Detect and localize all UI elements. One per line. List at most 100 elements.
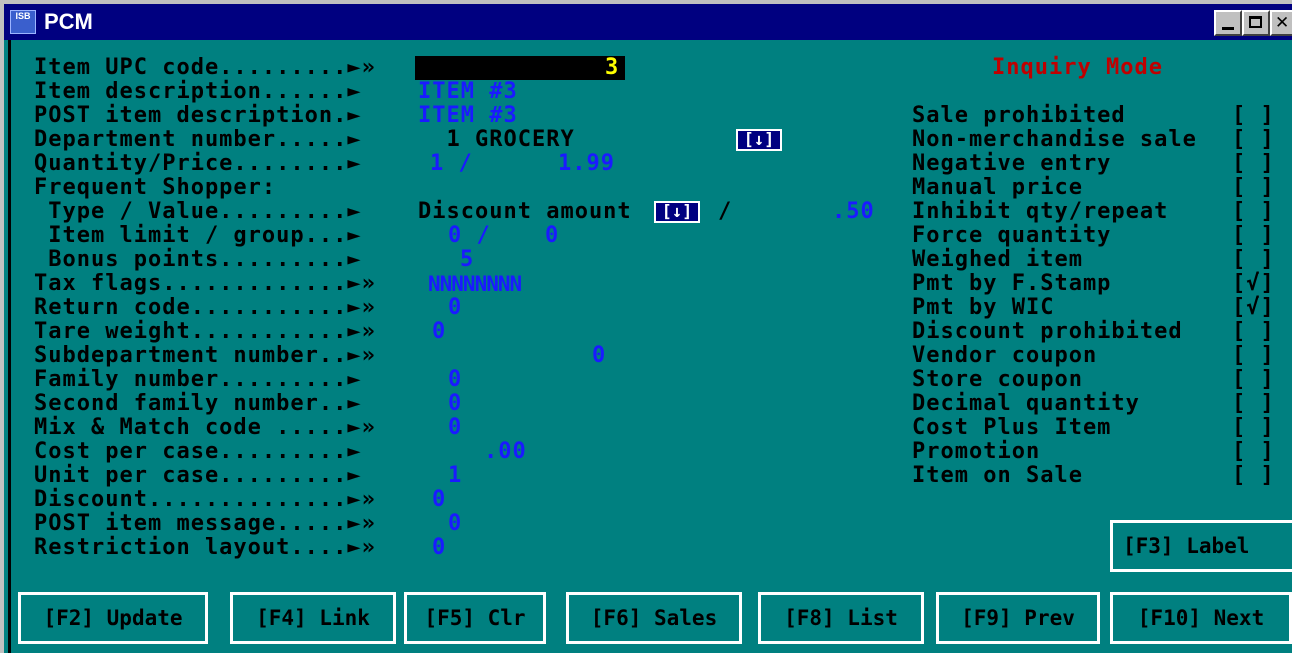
flag-label: Cost Plus Item [912,415,1112,440]
upc-value: 3 [605,55,620,80]
window-title: PCM [44,9,93,34]
qty-value[interactable]: 1 / [430,152,473,176]
f5-clr-button[interactable]: [F5] Clr [404,592,546,644]
family-value[interactable]: 0 [448,368,462,392]
qty-label: Quantity/Price........► [34,151,362,176]
f6-sales-button[interactable]: [F6] Sales [566,592,742,644]
dept-dropdown-button[interactable]: [↓] [736,129,782,151]
tare-weight-value[interactable]: 0 [432,320,446,344]
minimize-button[interactable] [1214,10,1242,36]
post-desc-value[interactable]: ITEM #3 [418,104,518,128]
tax-flags-value[interactable]: NNNNNNNN [428,272,522,296]
title-bar: ISB PCM ✕ [4,4,1292,40]
desc-label: Item description......► [34,79,362,104]
return-code-label: Return code...........►» [34,295,376,320]
flag-label: Item on Sale [912,463,1083,488]
subdept-label: Subdepartment number..►» [34,343,376,368]
fs-value[interactable]: .50 [832,200,875,224]
flag-checkbox[interactable]: [ ] [1232,392,1275,416]
flag-label: Vendor coupon [912,343,1098,368]
post-msg-label: POST item message.....►» [34,511,376,536]
maximize-icon [1249,16,1262,28]
f4-link-label: [F4] Link [256,606,370,630]
item-limit-value[interactable]: 0 / [448,224,491,248]
return-code-value[interactable]: 0 [448,296,462,320]
bonus-points-value[interactable]: 5 [460,248,474,272]
flag-checkbox[interactable]: [ ] [1232,152,1275,176]
f8-list-button[interactable]: [F8] List [758,592,924,644]
subdept-value[interactable]: 0 [592,344,606,368]
second-family-label: Second family number..► [34,391,362,416]
flag-checkbox[interactable]: [ ] [1232,368,1275,392]
item-group-value[interactable]: 0 [545,224,559,248]
upc-input[interactable] [415,56,625,80]
cost-per-case-value[interactable]: .00 [484,440,527,464]
maximize-button[interactable] [1242,10,1270,36]
mix-match-label: Mix & Match code .....►» [34,415,376,440]
dept-label: Department number.....► [34,127,362,152]
unit-per-case-label: Unit per case.........► [34,463,362,488]
price-value[interactable]: 1.99 [558,152,615,176]
flag-checkbox[interactable]: [ ] [1232,416,1275,440]
f3-label-button[interactable]: [F3] Label [1110,520,1292,572]
minimize-icon [1222,27,1234,30]
screen-border [8,40,11,653]
flag-checkbox[interactable]: [ ] [1232,344,1275,368]
flag-checkbox[interactable]: [ ] [1232,320,1275,344]
f6-sales-label: [F6] Sales [590,606,718,630]
flag-checkbox[interactable]: [ ] [1232,248,1275,272]
type-value-label: Type / Value.........► [34,199,362,224]
flag-checkbox[interactable]: [ ] [1232,440,1275,464]
flag-label: Decimal quantity [912,391,1140,416]
discount-label: Discount..............►» [34,487,376,512]
f9-prev-button[interactable]: [F9] Prev [936,592,1100,644]
desc-value[interactable]: ITEM #3 [418,80,518,104]
post-msg-value[interactable]: 0 [448,512,462,536]
close-icon: ✕ [1275,13,1290,33]
flag-checkbox[interactable]: [√] [1232,296,1275,320]
f10-next-button[interactable]: [F10] Next [1110,592,1292,644]
flag-label: Store coupon [912,367,1083,392]
tax-flags-label: Tax flags.............►» [34,271,376,296]
dept-value[interactable]: 1 GROCERY [418,128,575,152]
flag-checkbox[interactable]: [ ] [1232,128,1275,152]
f10-next-label: [F10] Next [1137,606,1265,630]
type-dropdown-button[interactable]: [↓] [654,201,700,223]
f4-link-button[interactable]: [F4] Link [230,592,396,644]
close-button[interactable]: ✕ [1270,10,1292,36]
flag-checkbox[interactable]: [ ] [1232,224,1275,248]
f2-update-button[interactable]: [F2] Update [18,592,208,644]
f3-label-text: [F3] Label [1123,534,1250,558]
f5-clr-label: [F5] Clr [424,606,526,630]
cost-per-case-label: Cost per case.........► [34,439,362,464]
f8-list-label: [F8] List [784,606,898,630]
restriction-value[interactable]: 0 [432,536,446,560]
mix-match-value[interactable]: 0 [448,416,462,440]
app-icon: ISB [10,10,36,34]
type-value[interactable]: Discount amount [418,200,632,224]
flag-label: Promotion [912,439,1041,464]
flag-label: Negative entry [912,151,1112,176]
unit-per-case-value[interactable]: 1 [448,464,462,488]
flag-label: Non-merchandise sale [912,127,1197,152]
flag-checkbox[interactable]: [ ] [1232,104,1275,128]
flag-label: Force quantity [912,223,1112,248]
flag-label: Discount prohibited [912,319,1183,344]
f2-update-label: [F2] Update [43,606,183,630]
item-limit-label: Item limit / group...► [34,223,362,248]
flag-label: Pmt by WIC [912,295,1055,320]
second-family-value[interactable]: 0 [448,392,462,416]
flag-checkbox[interactable]: [√] [1232,272,1275,296]
bonus-points-label: Bonus points.........► [34,247,362,272]
flag-checkbox[interactable]: [ ] [1232,464,1275,488]
flag-checkbox[interactable]: [ ] [1232,200,1275,224]
restriction-label: Restriction layout....►» [34,535,376,560]
tare-weight-label: Tare weight...........►» [34,319,376,344]
flag-checkbox[interactable]: [ ] [1232,176,1275,200]
mode-indicator: Inquiry Mode [992,55,1163,80]
f9-prev-label: [F9] Prev [961,606,1075,630]
flag-label: Sale prohibited [912,103,1126,128]
flag-label: Weighed item [912,247,1083,272]
discount-value[interactable]: 0 [432,488,446,512]
flag-label: Pmt by F.Stamp [912,271,1112,296]
